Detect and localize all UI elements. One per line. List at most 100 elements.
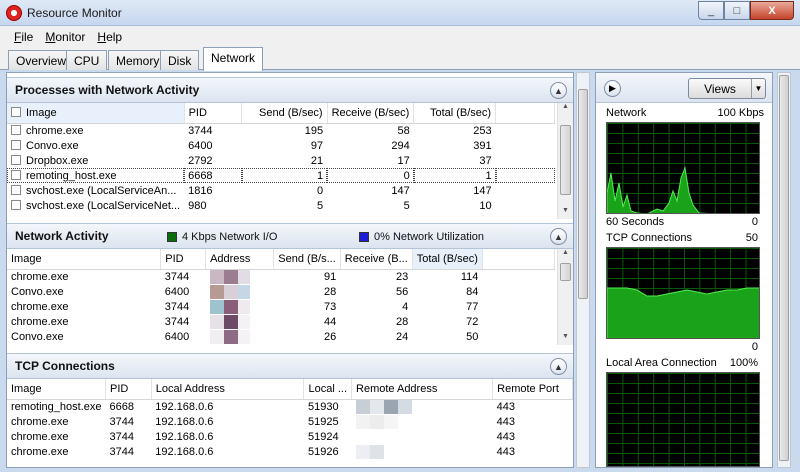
network-activity-section: Network Activity 4 Kbps Network I/O 0% N… [7, 223, 573, 351]
graph-scroll-thumb[interactable] [779, 75, 789, 461]
main-scroll-thumb[interactable] [578, 89, 588, 299]
menu-bar: File Monitor Help [0, 26, 800, 46]
table-row[interactable]: remoting_host.exe 6668 192.168.0.6 51930 443 [7, 399, 573, 414]
main-scrollbar[interactable] [576, 72, 590, 468]
table-row[interactable]: Dropbox.exe 2792 21 17 37 [7, 153, 555, 168]
processes-header[interactable]: Processes with Network Activity ▲ [7, 77, 573, 103]
tab-network[interactable]: Network [203, 47, 264, 71]
col-remote-address[interactable]: Remote Address [351, 379, 494, 400]
col-total[interactable]: Total (B/sec) [413, 103, 497, 124]
redacted-address [209, 299, 224, 314]
table-row[interactable]: Convo.exe 6400 26 24 50 [7, 329, 555, 344]
row-checkbox[interactable] [11, 139, 21, 150]
col-total[interactable]: Total (B/sec) [412, 249, 483, 270]
table-row[interactable]: chrome.exe 3744 73 4 77 [7, 299, 555, 314]
table-row[interactable]: chrome.exe 3744 192.168.0.6 51924 443 [7, 429, 573, 444]
tcp-graph-label: TCP Connections [606, 232, 693, 244]
col-local-port[interactable]: Local ... [303, 379, 353, 400]
row-checkbox[interactable] [11, 154, 21, 165]
network-activity-header[interactable]: Network Activity 4 Kbps Network I/O 0% N… [7, 223, 573, 249]
network-utilization-swatch [359, 232, 369, 242]
table-row[interactable]: chrome.exe 3744 195 58 253 [7, 123, 555, 138]
scroll-down-arrow[interactable]: ▼ [558, 207, 573, 219]
tcp-graph-max: 50 [745, 232, 758, 244]
scroll-thumb[interactable] [560, 263, 571, 281]
collapse-processes-button[interactable]: ▲ [550, 82, 567, 99]
table-row[interactable]: chrome.exe 3744 192.168.0.6 51925 443 [7, 414, 573, 429]
tcp-connections-graph [606, 247, 760, 339]
graph-pane-scrollbar[interactable] [777, 72, 791, 468]
chevron-right-icon[interactable]: ▶ [604, 80, 621, 97]
col-filler [482, 249, 556, 270]
col-image[interactable]: Image [7, 103, 185, 124]
menu-monitor[interactable]: Monitor [39, 26, 91, 46]
col-address[interactable]: Address [205, 249, 275, 270]
scroll-down-arrow[interactable]: ▼ [558, 333, 573, 345]
redacted-address [209, 314, 224, 329]
table-row[interactable]: chrome.exe 3744 44 28 72 [7, 314, 555, 329]
table-row[interactable]: chrome.exe 3744 192.168.0.6 51926 443 [7, 444, 573, 459]
col-remote-port[interactable]: Remote Port [492, 379, 573, 400]
network-graph-plot [607, 166, 709, 213]
network-graph-label: Network [606, 107, 647, 119]
table-row[interactable]: remoting_host.exe 6668 1 0 1 [7, 168, 555, 183]
tcp-connections-series [607, 287, 759, 338]
collapse-tcp-button[interactable]: ▲ [550, 358, 567, 375]
scroll-up-arrow[interactable]: ▲ [558, 249, 573, 261]
network-graph-max: 100 Kbps [717, 107, 764, 119]
network-activity-table: Image PID Address Send (B/s... Receive (… [7, 249, 556, 344]
chevron-down-icon[interactable]: ▼ [751, 79, 765, 98]
col-local-address[interactable]: Local Address [151, 379, 305, 400]
tcp-section: TCP Connections ▲ Image PID Local Addres… [7, 353, 573, 467]
lan-graph-max: 100% [729, 357, 758, 369]
network-io-swatch [167, 232, 177, 242]
minimize-button[interactable]: _ [698, 1, 724, 20]
row-checkbox[interactable] [11, 169, 21, 180]
table-row[interactable]: svchost.exe (LocalServiceNet... 980 5 5 10 [7, 198, 555, 213]
tab-overview[interactable]: Overview [8, 50, 75, 70]
network-io-series [607, 166, 709, 213]
table-row[interactable]: svchost.exe (LocalServiceAn... 1816 0 147 14… [7, 183, 555, 198]
menu-file[interactable]: File [8, 26, 39, 46]
col-pid[interactable]: PID [105, 379, 152, 400]
tab-disk[interactable]: Disk [160, 50, 200, 70]
col-pid[interactable]: PID [184, 103, 243, 124]
tcp-graph-min: 0 [751, 341, 758, 353]
scroll-up-arrow[interactable]: ▲ [558, 103, 573, 115]
lan-graph-label: Local Area Connection [606, 357, 717, 369]
tab-cpu[interactable]: CPU [66, 50, 108, 70]
collapse-network-activity-button[interactable]: ▲ [550, 228, 567, 245]
tcp-graph-plot [607, 287, 759, 338]
scroll-thumb[interactable] [560, 125, 571, 195]
network-activity-scrollbar[interactable]: ▲ ▼ [557, 249, 573, 345]
redacted-address [355, 414, 370, 429]
redacted-address [355, 444, 370, 459]
network-utilization-legend: 0% Network Utilization [359, 231, 484, 243]
col-receive[interactable]: Receive (B... [340, 249, 413, 270]
views-button[interactable]: Views ▼ [688, 78, 766, 99]
col-pid[interactable]: PID [160, 249, 207, 270]
col-send[interactable]: Send (B/sec) [241, 103, 328, 124]
network-graph [606, 122, 760, 214]
table-row[interactable]: Convo.exe 6400 28 56 84 [7, 284, 555, 299]
maximize-button[interactable]: □ [724, 1, 750, 20]
resource-monitor-icon [6, 5, 22, 21]
menu-help[interactable]: Help [91, 26, 128, 46]
select-all-checkbox[interactable] [11, 106, 21, 117]
col-image[interactable]: Image [7, 249, 162, 270]
main-pane: Processes with Network Activity ▲ Image … [6, 72, 574, 468]
tcp-header[interactable]: TCP Connections ▲ [7, 353, 573, 379]
table-row[interactable]: Convo.exe 6400 97 294 391 [7, 138, 555, 153]
row-checkbox[interactable] [11, 184, 21, 195]
graph-pane: ▶ Views ▼ Network 100 Kbps 60 Seconds 0 … [595, 72, 773, 468]
processes-scrollbar[interactable]: ▲ ▼ [557, 103, 573, 219]
col-send[interactable]: Send (B/s... [273, 249, 341, 270]
table-row[interactable]: chrome.exe 3744 91 23 114 [7, 269, 555, 284]
redacted-address [209, 269, 224, 284]
col-image[interactable]: Image [7, 379, 106, 400]
col-receive[interactable]: Receive (B/sec) [327, 103, 415, 124]
tab-memory[interactable]: Memory [108, 50, 168, 70]
row-checkbox[interactable] [11, 199, 21, 210]
close-button[interactable]: X [750, 1, 794, 20]
row-checkbox[interactable] [11, 124, 21, 135]
